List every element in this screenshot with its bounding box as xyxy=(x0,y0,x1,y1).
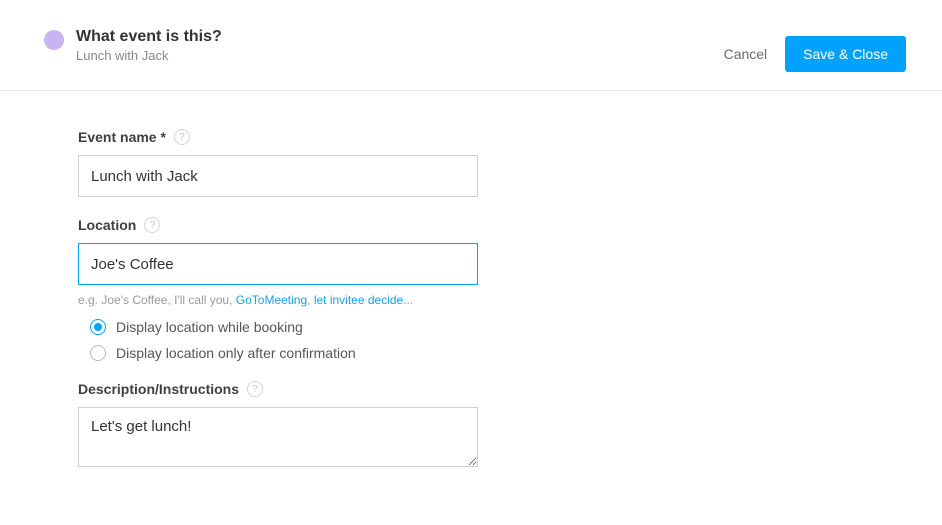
header: What event is this? Lunch with Jack Canc… xyxy=(0,0,942,91)
location-display-while-booking[interactable]: Display location while booking xyxy=(90,319,898,335)
form: Event name * ? Location ? e.g. Joe's Cof… xyxy=(0,91,942,472)
location-hint: e.g. Joe's Coffee, I'll call you, GoToMe… xyxy=(78,293,898,307)
location-field: Location ? e.g. Joe's Coffee, I'll call … xyxy=(78,217,898,361)
location-display-options: Display location while booking Display l… xyxy=(78,319,898,361)
event-color-dot xyxy=(44,30,64,50)
help-icon[interactable]: ? xyxy=(247,381,263,397)
location-display-after-confirmation[interactable]: Display location only after confirmation xyxy=(90,345,898,361)
event-name-label-text: Event name xyxy=(78,129,157,145)
header-left: What event is this? Lunch with Jack xyxy=(44,28,222,63)
description-textarea[interactable] xyxy=(78,407,478,467)
event-name-label-row: Event name * ? xyxy=(78,129,898,145)
page-title: What event is this? xyxy=(76,28,222,46)
cancel-button[interactable]: Cancel xyxy=(724,46,768,62)
radio-icon xyxy=(90,345,106,361)
location-hint-suffix: ... xyxy=(403,293,413,307)
event-name-field: Event name * ? xyxy=(78,129,898,197)
help-icon[interactable]: ? xyxy=(174,129,190,145)
help-icon[interactable]: ? xyxy=(144,217,160,233)
required-marker: * xyxy=(160,129,165,145)
location-input[interactable] xyxy=(78,243,478,285)
description-label: Description/Instructions xyxy=(78,381,239,397)
header-actions: Cancel Save & Close xyxy=(724,36,906,72)
gotomeeting-link[interactable]: GoToMeeting xyxy=(236,293,307,307)
radio-label: Display location while booking xyxy=(116,319,303,335)
location-hint-sep: , xyxy=(307,293,314,307)
let-invitee-decide-link[interactable]: let invitee decide xyxy=(314,293,403,307)
description-label-row: Description/Instructions ? xyxy=(78,381,898,397)
event-name-input[interactable] xyxy=(78,155,478,197)
header-text: What event is this? Lunch with Jack xyxy=(76,28,222,63)
page-subtitle: Lunch with Jack xyxy=(76,48,222,63)
description-field: Description/Instructions ? xyxy=(78,381,898,472)
radio-icon xyxy=(90,319,106,335)
location-label-row: Location ? xyxy=(78,217,898,233)
save-and-close-button[interactable]: Save & Close xyxy=(785,36,906,72)
radio-label: Display location only after confirmation xyxy=(116,345,356,361)
location-hint-prefix: e.g. Joe's Coffee, I'll call you, xyxy=(78,293,236,307)
location-label: Location xyxy=(78,217,136,233)
event-name-label: Event name * xyxy=(78,129,166,145)
